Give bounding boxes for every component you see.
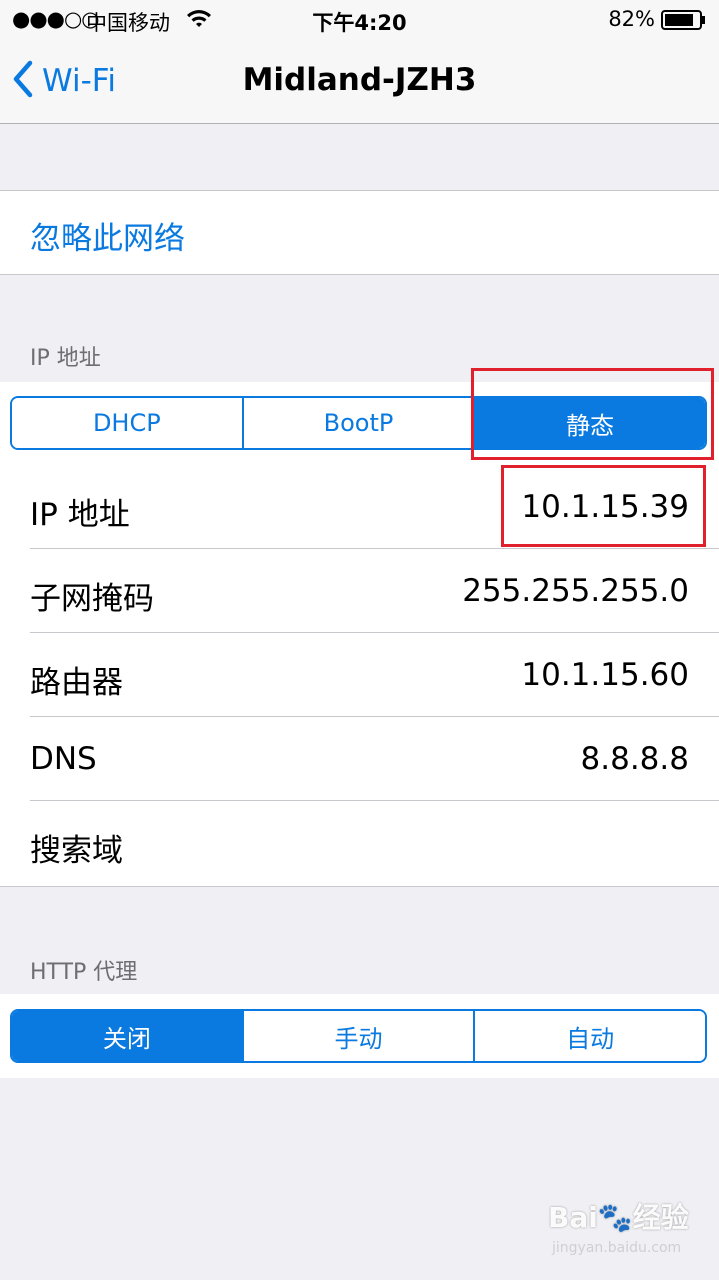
row-label: 搜索域 [30,833,123,869]
ip-mode-container: DHCP BootP 静态 [0,382,719,466]
forget-network-button[interactable]: 忽略此网络 [30,213,185,258]
baidu-watermark: Bai🐾经验 [548,1201,689,1234]
row-label: IP 地址 [30,497,130,533]
page-title: Midland-JZH3 [242,62,477,98]
dns-row[interactable]: DNS 8.8.8.8 [0,717,719,801]
segment-bootp[interactable]: BootP [243,398,476,448]
ip-section-header: IP 地址 [30,346,101,371]
subnet-mask-value[interactable]: 255.255.255.0 [462,573,689,609]
dns-value[interactable]: 8.8.8.8 [581,741,689,777]
row-label: DNS [30,741,97,777]
row-label: 路由器 [30,665,123,701]
navigation-bar: Wi-Fi Midland-JZH3 [0,40,719,124]
router-value[interactable]: 10.1.15.60 [521,657,689,693]
segment-off[interactable]: 关闭 [12,1011,244,1061]
proxy-section-header: HTTP 代理 [30,960,138,985]
proxy-mode-container: 关闭 手动 自动 [0,994,719,1078]
battery-percentage: 82% [608,7,655,31]
router-row[interactable]: 路由器 10.1.15.60 [0,633,719,717]
segment-dhcp[interactable]: DHCP [12,398,244,448]
ip-address-row[interactable]: IP 地址 10.1.15.39 [0,465,719,549]
segment-manual[interactable]: 手动 [243,1011,476,1061]
row-label: 子网掩码 [30,581,154,617]
baidu-watermark-url: jingyan.baidu.com [552,1240,682,1256]
battery-icon [661,10,707,35]
proxy-mode-segmented-control[interactable]: 关闭 手动 自动 [10,1009,707,1063]
ip-address-value[interactable]: 10.1.15.39 [521,489,689,525]
status-bar: ●●●○○ 中国移动 下午4:20 82% [0,0,719,40]
ip-settings-list: IP 地址 10.1.15.39 子网掩码 255.255.255.0 路由器 … [0,465,719,887]
subnet-mask-row[interactable]: 子网掩码 255.255.255.0 [0,549,719,633]
ip-mode-segmented-control[interactable]: DHCP BootP 静态 [10,396,707,450]
forget-network-cell[interactable]: 忽略此网络 [0,190,719,275]
segment-static[interactable]: 静态 [475,398,705,448]
segment-auto[interactable]: 自动 [475,1011,705,1061]
search-domain-row[interactable]: 搜索域 [0,801,719,885]
